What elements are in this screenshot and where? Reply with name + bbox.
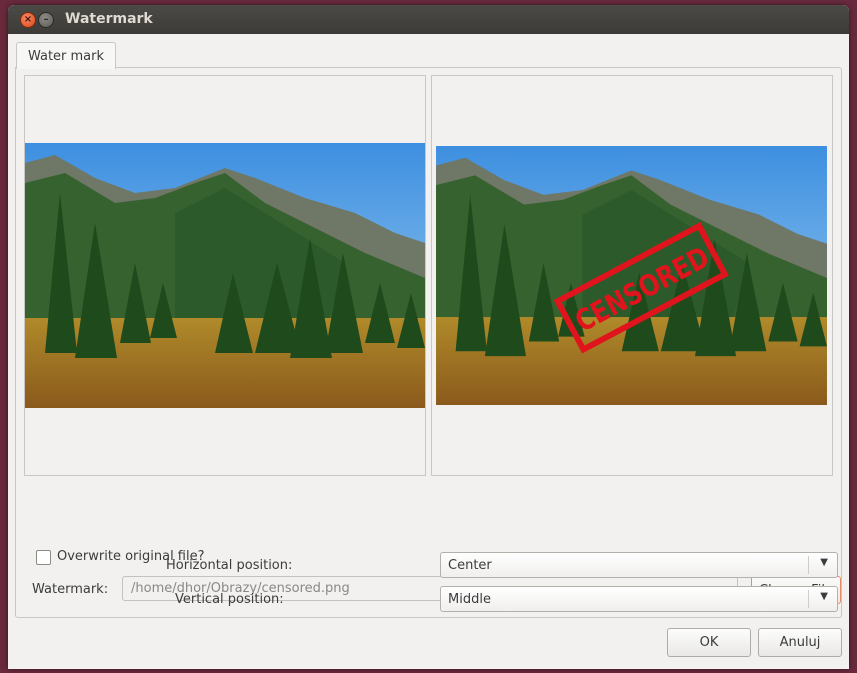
watermark-label: Watermark:: [32, 582, 109, 597]
tab-panel: CENSORED Overwrite original file? Waterm…: [15, 67, 842, 618]
original-image: [25, 143, 425, 408]
horizontal-position-label: Horizontal position:: [166, 558, 293, 573]
original-preview: [24, 75, 426, 476]
horizontal-position-value: Center: [448, 558, 492, 573]
combo-separator: [808, 556, 809, 574]
title-bar[interactable]: × – Watermark: [8, 5, 849, 34]
chevron-down-icon[interactable]: ▼: [820, 591, 828, 602]
vertical-position-value: Middle: [448, 592, 491, 607]
combo-separator: [808, 590, 809, 608]
tab-water-mark[interactable]: Water mark: [16, 42, 116, 69]
chevron-down-icon[interactable]: ▼: [820, 557, 828, 568]
close-icon[interactable]: ×: [20, 12, 36, 28]
watermarked-image: CENSORED: [436, 146, 827, 405]
vertical-position-select[interactable]: Middle ▼: [440, 586, 838, 612]
horizontal-position-select[interactable]: Center ▼: [440, 552, 838, 578]
ok-button[interactable]: OK: [667, 628, 751, 657]
window-title: Watermark: [65, 11, 153, 27]
vertical-position-label: Vertical position:: [175, 592, 284, 607]
cancel-button[interactable]: Anuluj: [758, 628, 842, 657]
watermark-dialog: × – Watermark Water mark CENSORED Overwr…: [8, 5, 849, 669]
minimize-icon[interactable]: –: [38, 12, 54, 28]
watermarked-preview: CENSORED: [431, 75, 833, 476]
overwrite-checkbox[interactable]: [36, 550, 51, 565]
